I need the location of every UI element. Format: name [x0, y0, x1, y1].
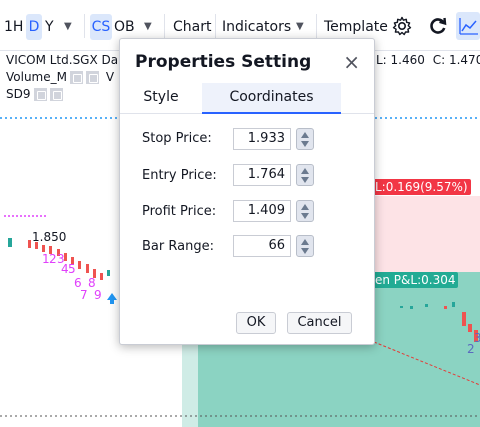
stop-price-label: Stop Price: — [142, 131, 212, 146]
spin-down-icon[interactable] — [301, 213, 309, 219]
interval-dropdown-icon[interactable]: ▼ — [64, 16, 72, 38]
indicators-button[interactable]: Indicators — [222, 14, 291, 40]
volume-label: Volume_M — [6, 70, 67, 84]
chart-button[interactable]: Chart — [173, 14, 211, 40]
compare-chart-icon[interactable] — [456, 12, 480, 40]
tab-style[interactable]: Style — [120, 83, 202, 112]
profit-price-stepper[interactable] — [296, 200, 314, 222]
interval-d[interactable]: D — [26, 14, 42, 40]
stop-price-input[interactable]: 1.933 — [233, 128, 291, 150]
tab-coordinates[interactable]: Coordinates — [202, 83, 341, 114]
bar-range-stepper[interactable] — [296, 235, 314, 257]
close-icon[interactable] — [49, 88, 63, 101]
gear-icon[interactable] — [392, 16, 412, 40]
entry-price-stepper[interactable] — [296, 164, 314, 186]
bar-range-input[interactable]: 66 — [233, 235, 291, 257]
close-value: C: 1.470 — [432, 53, 480, 67]
loss-badge: L:0.169(9.57%) — [372, 179, 471, 195]
spin-down-icon[interactable] — [301, 177, 309, 183]
close-icon[interactable] — [85, 71, 99, 84]
close-icon[interactable]: × — [343, 50, 360, 74]
spin-down-icon[interactable] — [301, 248, 309, 254]
cs-button[interactable]: CS — [90, 14, 112, 40]
seq-label: 7 — [80, 288, 88, 302]
toolbar-divider — [164, 14, 165, 38]
ohlc-legend: L: 1.460 C: 1.470 — [376, 53, 480, 67]
volume-suffix: V — [105, 70, 115, 84]
stop-price-stepper[interactable] — [296, 128, 314, 150]
seq-label: 9 — [94, 288, 102, 302]
spin-up-icon[interactable] — [301, 239, 309, 245]
toolbar-divider — [316, 14, 317, 38]
price-label: 1.850 — [32, 230, 67, 244]
toolbar-divider — [84, 14, 85, 38]
sd-label: SD9 — [6, 87, 31, 101]
toolbar-divider — [215, 14, 216, 38]
seq-label: 2 — [49, 252, 57, 266]
seq-label: 5 — [68, 262, 76, 276]
dialog-title: Properties Setting — [135, 52, 312, 72]
cancel-button[interactable]: Cancel — [287, 312, 352, 334]
dialog-tabs: Style Coordinates — [120, 83, 374, 114]
refresh-icon[interactable] — [428, 16, 448, 40]
profit-price-input[interactable]: 1.409 — [233, 200, 291, 222]
spin-up-icon[interactable] — [301, 168, 309, 174]
sd-legend: SD9 — [6, 87, 63, 101]
spin-down-icon[interactable] — [301, 141, 309, 147]
settings-icon[interactable] — [69, 71, 83, 84]
interval-1h[interactable]: 1H — [4, 14, 23, 40]
ok-button[interactable]: OK — [236, 312, 276, 334]
spin-up-icon[interactable] — [301, 204, 309, 210]
template-button[interactable]: Template — [324, 14, 388, 40]
interval-y[interactable]: Y — [45, 14, 54, 40]
ob-button[interactable]: OB — [114, 14, 135, 40]
entry-price-input[interactable]: 1.764 — [233, 164, 291, 186]
entry-price-label: Entry Price: — [142, 168, 217, 183]
settings-icon[interactable] — [33, 88, 47, 101]
seq-label-right: 3 — [474, 331, 480, 345]
profit-price-label: Profit Price: — [142, 204, 217, 219]
volume-legend: Volume_M V — [6, 70, 114, 84]
bar-range-label: Bar Range: — [142, 239, 214, 254]
symbol-name: VICOM Ltd.SGX Da — [6, 53, 119, 67]
low-value: L: 1.460 — [376, 53, 425, 67]
chart-type-dropdown-icon[interactable]: ▼ — [144, 16, 152, 38]
indicators-dropdown-icon[interactable]: ▼ — [296, 16, 304, 38]
spin-up-icon[interactable] — [301, 132, 309, 138]
symbol-legend: VICOM Ltd.SGX Da — [6, 53, 118, 67]
profit-badge: en P&L:0.304 — [372, 272, 459, 288]
properties-dialog: Properties Setting × Style Coordinates S… — [119, 38, 375, 345]
